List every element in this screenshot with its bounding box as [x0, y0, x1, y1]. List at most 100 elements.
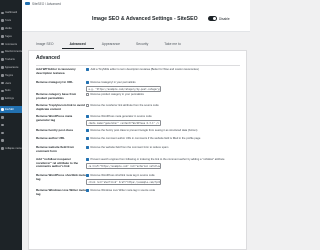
sidebar-item[interactable]: Settings [0, 95, 22, 103]
tab[interactable]: Security [128, 42, 156, 49]
menu-icon [1, 35, 4, 38]
setting-option[interactable]: Remove the hentry post class to prevent … [86, 129, 240, 133]
checkbox[interactable] [86, 174, 89, 178]
checkbox[interactable] [86, 104, 89, 108]
setting-label: Remove WordPress shortlink meta tag [36, 173, 86, 181]
setting-control: Remove WordPress shortlink meta tag in s… [86, 174, 240, 186]
sidebar-item-label: Posts [4, 19, 12, 23]
option-text: Remove the noreferrer link attribute fro… [90, 104, 159, 107]
siteseo-logo-icon [25, 2, 30, 5]
sidebar-item[interactable]: Media [0, 25, 22, 33]
tab[interactable]: Take me to [156, 42, 189, 49]
sidebar-item[interactable]: Posts [0, 17, 22, 25]
setting-option[interactable]: Prevent search engines from following or… [86, 158, 240, 162]
code-example: <a href="https://example.com" rel="exter… [86, 162, 161, 170]
setting-option[interactable]: Remove the website field from the commen… [86, 146, 240, 150]
settings-rows: Add WP Editor to taxonomy description te… [36, 67, 240, 199]
menu-icon [1, 116, 4, 119]
setting-option[interactable]: Add a TinyMCE editor to term description… [86, 68, 240, 72]
sidebar-item-label: Appearance [4, 65, 19, 69]
option-text: Remove /category/ in your permalinks [90, 81, 136, 84]
checkbox[interactable] [86, 93, 89, 97]
tab[interactable]: Appearance [94, 42, 128, 49]
menu-icon [1, 74, 4, 77]
advanced-settings-panel: Advanced Add WP Editor to taxonomy descr… [28, 50, 247, 250]
panel-title: Advanced [36, 55, 60, 61]
menu-icon [1, 131, 4, 135]
setting-control: Add a TinyMCE editor to term description… [86, 68, 240, 72]
sidebar-item[interactable]: Comments [0, 40, 22, 48]
sidebar-item-label: Comments [4, 42, 18, 46]
sidebar-item[interactable]: Collapse menu [0, 145, 22, 153]
setting-option[interactable]: Remove WordPress shortlink meta tag in s… [86, 174, 240, 178]
sidebar-item-label: Pages [4, 34, 12, 38]
setting-label: Remove author URL [36, 136, 65, 140]
sidebar-item[interactable] [0, 137, 22, 145]
sidebar-item[interactable]: Users [0, 79, 22, 87]
setting-control: Remove the website field from the commen… [86, 146, 240, 150]
setting-control: Remove Windows Live Writer meta tag in s… [86, 189, 240, 193]
sidebar-item[interactable]: Appearance [0, 64, 22, 72]
menu-icon [1, 11, 4, 15]
sidebar-item[interactable] [0, 129, 22, 137]
setting-option[interactable]: Remove product category in your permalin… [86, 93, 240, 97]
code-example: <link rel="shortlink" href="https://exam… [86, 178, 161, 186]
sidebar-item-label: Dashboard [4, 11, 18, 15]
setting-option[interactable]: Remove WordPress meta generator in sourc… [86, 115, 240, 119]
disable-toggle[interactable] [208, 16, 217, 21]
sidebar-item-label: Collapse menu [4, 146, 22, 150]
toggle-label: Disable [219, 17, 230, 21]
checkbox[interactable] [86, 68, 89, 72]
tab[interactable]: Advanced [61, 42, 94, 49]
checkbox[interactable] [86, 189, 89, 193]
setting-control: Remove the noreferrer link attribute fro… [86, 104, 240, 108]
checkbox[interactable] [86, 129, 89, 133]
setting-option[interactable]: Remove the noreferrer link attribute fro… [86, 104, 240, 108]
option-text: Remove WordPress meta generator in sourc… [90, 115, 152, 118]
tab[interactable]: Image SEO [28, 42, 62, 49]
sidebar-item-label: SiteSEO [4, 107, 15, 111]
checkbox[interactable] [86, 146, 89, 150]
sidebar-item[interactable]: WooCommerce [0, 48, 22, 56]
setting-label: Remove Windows Live Writer meta tag [36, 188, 86, 196]
setting-label: Remove ?replytocom link to avoid duplica… [36, 103, 85, 111]
code-example: e.g. "https://example.com/category/my-po… [86, 85, 161, 93]
sidebar-item-label: Products [4, 58, 15, 62]
sidebar-item[interactable]: Pages [0, 32, 22, 40]
checkbox[interactable] [86, 115, 89, 119]
menu-icon [1, 108, 4, 111]
menu-icon [1, 27, 4, 30]
setting-label: Add WP Editor to taxonomy description te… [36, 67, 76, 75]
setting-option[interactable]: Remove the comment author URL in comment… [86, 137, 240, 141]
menu-icon [1, 147, 4, 150]
sidebar-item[interactable]: Dashboard [0, 9, 22, 17]
setting-option[interactable]: Remove Windows Live Writer meta tag in s… [86, 189, 240, 193]
sidebar-item[interactable]: Products [0, 56, 22, 64]
sidebar-item-label: Settings [4, 97, 14, 101]
setting-label: Add "nofollow noopener noreferrer" rel a… [36, 157, 79, 168]
topbar-breadcrumb: SiteSEO / Advanced [32, 1, 61, 6]
sidebar-item-label: Plugins [4, 73, 14, 77]
sidebar-item[interactable] [0, 113, 22, 121]
setting-label: Remove website field from comment form [36, 145, 75, 153]
setting-option[interactable]: Remove /category/ in your permalinks [86, 81, 240, 85]
code-example: <meta name="generator" content="WordPres… [86, 119, 161, 127]
sidebar-item[interactable]: Plugins [0, 71, 22, 79]
menu-icon [1, 81, 4, 85]
menu-icon [1, 97, 4, 100]
setting-row: Remove WordPress shortlink meta tag Remov… [36, 173, 240, 189]
checkbox[interactable] [86, 137, 89, 141]
menu-icon [1, 42, 4, 46]
sidebar-item-label: Users [4, 81, 12, 85]
checkbox[interactable] [86, 158, 89, 162]
setting-control: Remove /category/ in your permalinks e.g.… [86, 81, 240, 93]
sidebar-item-label: Media [4, 26, 12, 30]
sidebar-item[interactable]: SiteSEO [0, 105, 22, 114]
setting-control: Remove the comment author URL in comment… [86, 137, 240, 141]
option-text: Remove the website field from the commen… [90, 146, 169, 149]
sidebar-item[interactable] [0, 121, 22, 129]
checkbox[interactable] [86, 81, 89, 85]
sidebar-item[interactable]: Tools [0, 87, 22, 95]
setting-control: Prevent search engines from following or… [86, 158, 240, 170]
option-text: Remove WordPress shortlink meta tag in s… [90, 174, 155, 177]
